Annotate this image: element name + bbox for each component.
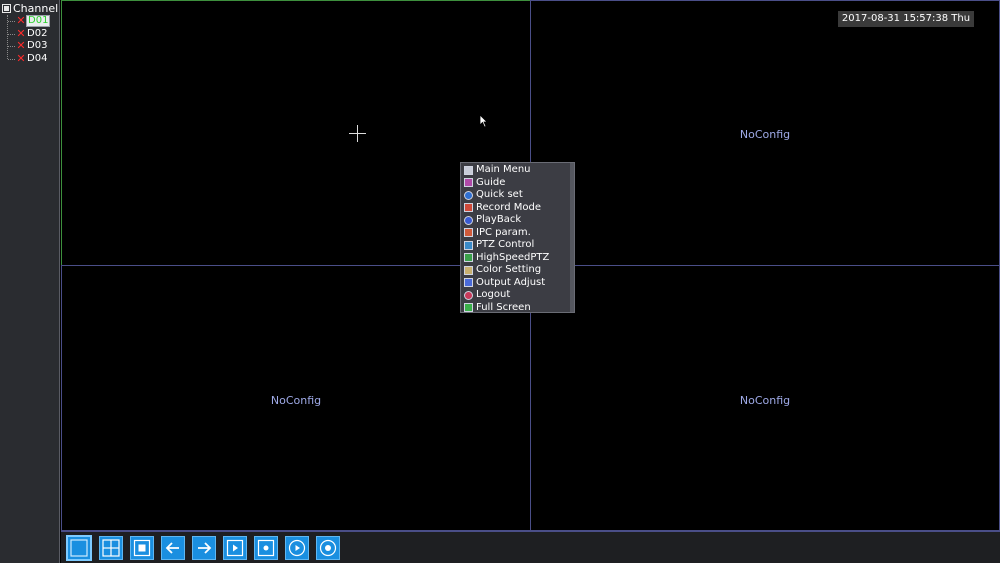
menu-item-ipc-param[interactable]: IPC param. (461, 227, 574, 240)
menu-item-full-screen[interactable]: Full Screen (461, 302, 574, 315)
menu-item-label: PTZ Control (476, 239, 535, 251)
no-config-label: NoConfig (270, 394, 322, 407)
channel-item-d03[interactable]: ✕ D03 (8, 40, 48, 52)
playback-button[interactable] (285, 536, 309, 560)
context-menu: Main Menu Guide Quick set Record Mode Pl… (460, 162, 575, 313)
video-cell-2[interactable]: NoConfig (530, 0, 1000, 266)
next-button[interactable] (192, 536, 216, 560)
single-view-button[interactable] (66, 535, 92, 561)
video-cell-4[interactable]: NoConfig (530, 265, 1000, 531)
stop-view-button[interactable] (130, 536, 154, 560)
menu-item-label: IPC param. (476, 226, 531, 238)
menu-item-label: Output Adjust (476, 276, 546, 288)
channel-item-d04[interactable]: ✕ D04 (8, 53, 48, 65)
output-adjust-icon (464, 278, 473, 288)
disconnected-icon: ✕ (16, 14, 26, 27)
menu-item-label: HighSpeedPTZ (476, 251, 550, 263)
menu-item-logout[interactable]: Logout (461, 289, 574, 302)
fullscreen-icon (464, 303, 473, 313)
channel-sidebar: Channel ✕ D01 ✕ D02 ✕ D03 ✕ D04 (0, 0, 60, 563)
menu-item-color-setting[interactable]: Color Setting (461, 264, 574, 277)
no-config-label: NoConfig (739, 128, 791, 141)
quad-view-icon (102, 539, 120, 557)
no-config-label: NoConfig (739, 394, 791, 407)
power-icon (464, 290, 473, 300)
previous-button[interactable] (161, 536, 185, 560)
menu-item-playback[interactable]: PlayBack (461, 214, 574, 227)
playback-icon (464, 215, 473, 225)
menu-item-label: Quick set (476, 189, 523, 201)
play-circle-icon (288, 539, 306, 557)
menu-item-label: PlayBack (476, 214, 522, 226)
color-grid-icon (464, 265, 473, 275)
snapshot-button[interactable] (316, 536, 340, 560)
record-square-icon (257, 539, 275, 557)
menu-item-quick-set[interactable]: Quick set (461, 189, 574, 202)
tree-branch (8, 58, 15, 60)
arrow-right-icon (198, 542, 212, 554)
menu-item-label: Main Menu (476, 164, 531, 176)
channel-label: D01 (26, 15, 51, 27)
disconnected-icon: ✕ (16, 39, 26, 52)
menu-item-label: Guide (476, 176, 506, 188)
tree-branch (8, 45, 15, 47)
menu-item-label: Full Screen (476, 301, 531, 313)
record-button[interactable] (254, 536, 278, 560)
collapse-toggle-icon[interactable] (2, 4, 11, 13)
menu-item-label: Logout (476, 289, 511, 301)
crosshair-icon (349, 125, 366, 142)
single-view-icon (70, 539, 88, 557)
menu-item-output-adjust[interactable]: Output Adjust (461, 277, 574, 290)
target-icon (319, 539, 337, 557)
play-icon (226, 539, 244, 557)
play-button[interactable] (223, 536, 247, 560)
mouse-cursor-icon (479, 114, 488, 128)
record-icon (464, 203, 473, 213)
home-icon (464, 165, 473, 175)
channel-item-d01[interactable]: ✕ D01 (8, 14, 51, 27)
tree-branch (8, 33, 15, 35)
channel-label: D02 (27, 28, 48, 39)
menu-item-label: Color Setting (476, 264, 542, 276)
menu-item-record-mode[interactable]: Record Mode (461, 202, 574, 215)
ipc-icon (464, 228, 473, 238)
channel-label: D04 (27, 53, 48, 64)
disconnected-icon: ✕ (16, 52, 26, 65)
quad-view-button[interactable] (99, 536, 123, 560)
ptz-icon (464, 240, 473, 250)
menu-item-ptz-control[interactable]: PTZ Control (461, 239, 574, 252)
tree-branch (8, 20, 15, 22)
menu-item-highspeed-ptz[interactable]: HighSpeedPTZ (461, 252, 574, 265)
arrow-left-icon (165, 542, 179, 554)
channel-item-d02[interactable]: ✕ D02 (8, 28, 48, 40)
quick-set-icon (464, 190, 473, 200)
menu-scrollbar[interactable] (570, 163, 574, 312)
channel-tree-root[interactable]: Channel (2, 2, 58, 15)
guide-icon (464, 178, 473, 188)
menu-item-main-menu[interactable]: Main Menu (461, 164, 574, 177)
stop-icon (133, 539, 151, 557)
menu-item-guide[interactable]: Guide (461, 177, 574, 190)
bottom-toolbar (61, 531, 1000, 563)
highspeed-ptz-icon (464, 253, 473, 263)
menu-item-label: Record Mode (476, 201, 541, 213)
channel-label: D03 (27, 40, 48, 51)
datetime-display: 2017-08-31 15:57:38 Thu (838, 11, 974, 27)
